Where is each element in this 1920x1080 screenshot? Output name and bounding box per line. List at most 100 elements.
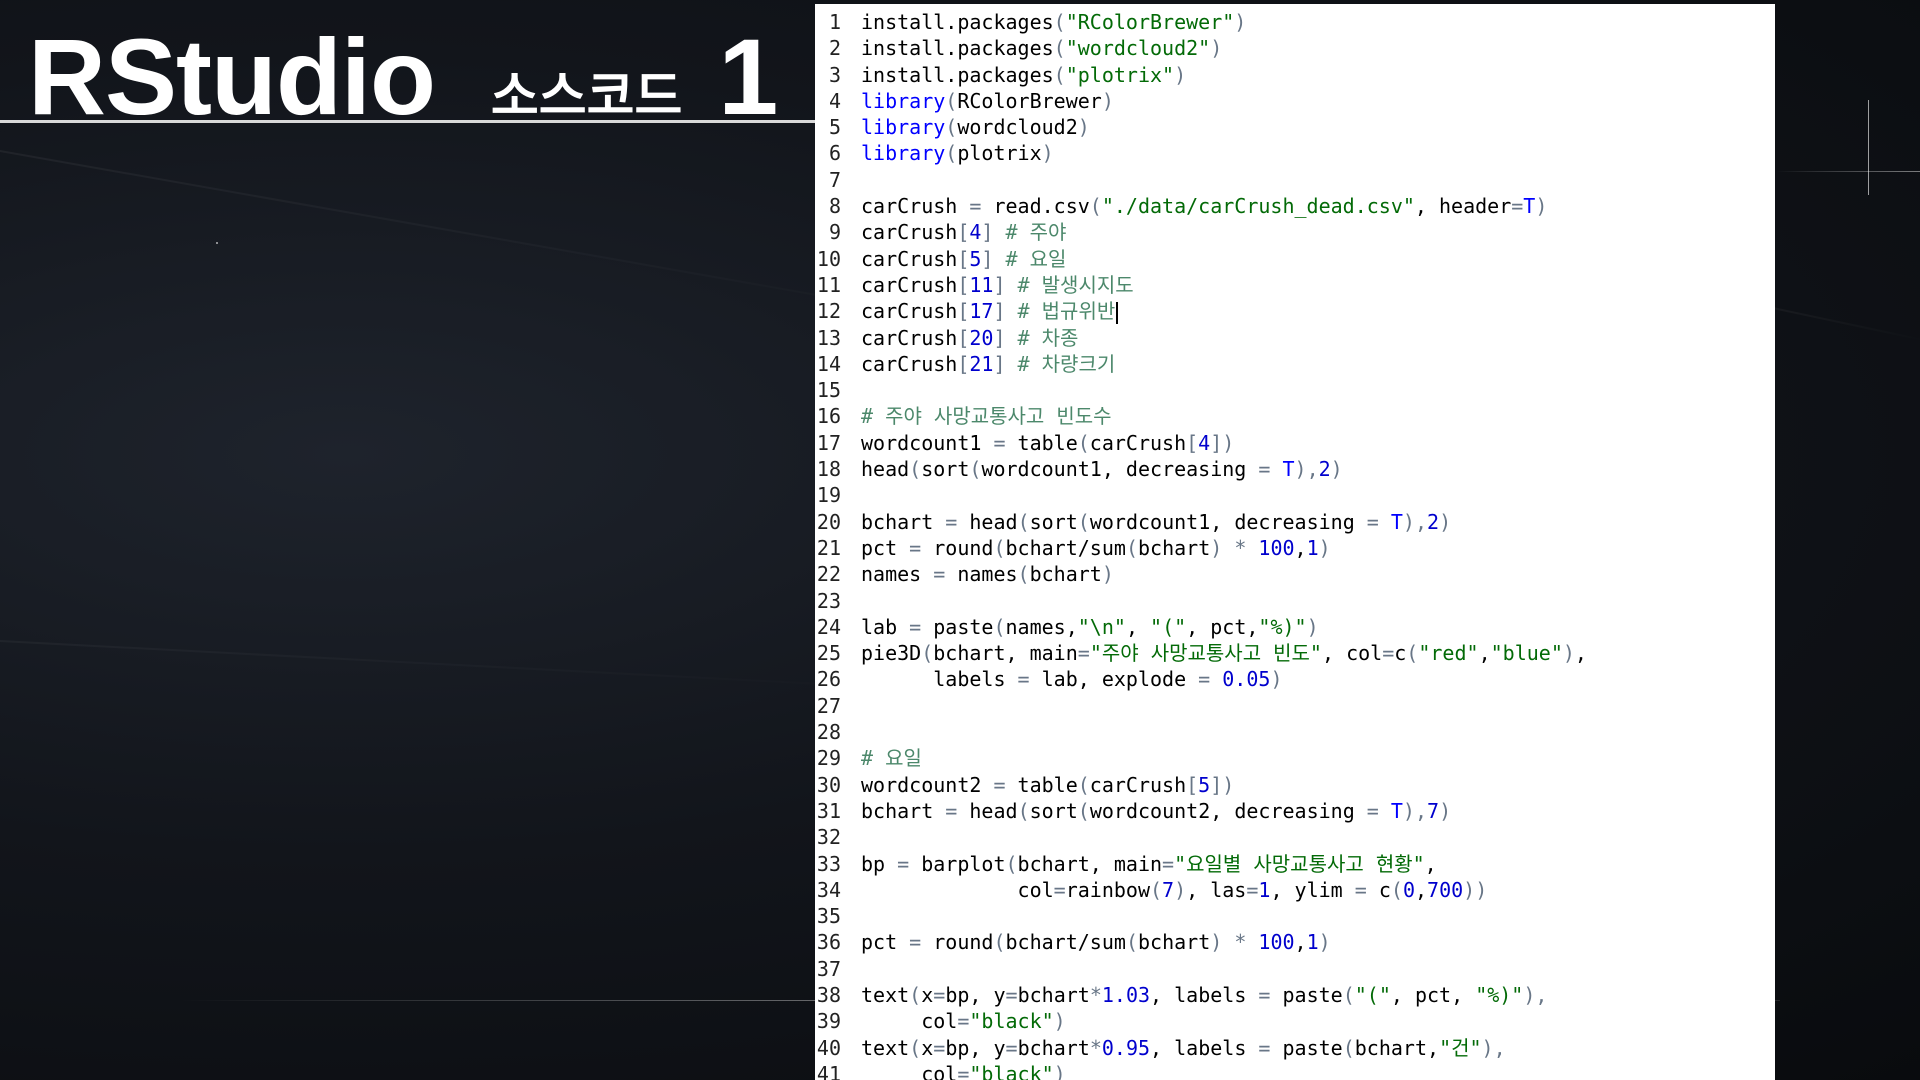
code-token: bchart — [1017, 982, 1090, 1007]
code-line: 38 text(x=bp, y=bchart*1.03, labels = pas… — [815, 982, 1775, 1008]
code-token: 0 — [1402, 877, 1415, 902]
code-token: # 차량크기 — [1005, 351, 1116, 376]
code-token: # 발생시지도 — [1005, 272, 1134, 297]
code-token: round — [921, 930, 994, 955]
code-token: = — [1198, 667, 1211, 692]
code-text: # 주야 사망교통사고 빈도수 — [861, 403, 1775, 429]
code-token: = — [909, 614, 922, 639]
code-token: 700 — [1427, 877, 1464, 902]
line-number: 28 — [816, 720, 841, 745]
line-number: 21 — [816, 535, 841, 560]
code-token: rainbow — [1065, 877, 1150, 902]
line-number: 32 — [816, 825, 841, 850]
code-token: read.csv — [981, 194, 1090, 219]
code-token: ) — [1234, 10, 1247, 34]
code-token: "RColorBrewer" — [1065, 10, 1235, 34]
line-number: 9 — [828, 220, 841, 245]
code-token: "blue" — [1490, 641, 1563, 666]
code-token: ) — [1101, 88, 1114, 113]
code-token: T — [1390, 798, 1403, 823]
code-token: ) — [1041, 141, 1054, 166]
code-token: [ — [957, 246, 970, 271]
code-line: 5 library(wordcloud2) — [815, 114, 1775, 140]
code-line: 23 — [815, 588, 1775, 614]
code-token: ) — [1053, 1061, 1066, 1080]
code-token: ( — [1077, 509, 1090, 534]
code-token: ( — [1077, 430, 1090, 455]
line-number: 24 — [816, 614, 841, 639]
code-token: 100 — [1258, 535, 1295, 560]
code-text: install.packages("wordcloud2") — [861, 35, 1775, 61]
code-token: "./data/carCrush_dead.csv" — [1101, 194, 1415, 219]
code-token: carCrush — [1089, 772, 1187, 797]
code-token: ( — [1342, 982, 1355, 1007]
line-number: 33 — [816, 851, 841, 876]
code-line: 6 library(plotrix) — [815, 140, 1775, 166]
line-number: 35 — [816, 904, 841, 929]
code-token: 5 — [1198, 772, 1211, 797]
code-token: , labels — [1150, 982, 1259, 1007]
code-token: names — [861, 562, 934, 587]
code-token: bchart — [1029, 562, 1102, 587]
code-token: carCrush — [861, 299, 958, 324]
code-line: 2 install.packages("wordcloud2") — [815, 35, 1775, 61]
code-line: 11 carCrush[11] # 발생시지도 — [815, 272, 1775, 298]
code-token: 2 — [1427, 509, 1440, 534]
code-token: , — [1125, 614, 1151, 639]
code-token: # 요일 — [993, 246, 1067, 271]
line-number: 40 — [816, 1035, 841, 1060]
line-number: 23 — [816, 588, 841, 613]
code-line: 32 — [815, 824, 1775, 850]
line-number: 6 — [828, 141, 841, 166]
code-token: 1 — [1306, 930, 1319, 955]
code-token: = — [933, 982, 946, 1007]
code-token: wordcount2, decreasing — [1089, 798, 1367, 823]
code-token: pie3D — [861, 641, 922, 666]
code-token: = — [945, 798, 958, 823]
code-token: 5 — [969, 246, 982, 271]
code-token: = — [1258, 982, 1271, 1007]
code-token: ), — [1481, 1035, 1506, 1060]
line-number: 5 — [828, 115, 841, 140]
code-line: 16 # 주야 사망교통사고 빈도수 — [815, 403, 1775, 429]
code-token: ] — [993, 272, 1006, 297]
code-token: barplot — [909, 851, 1006, 876]
code-token: wordcount1, decreasing — [981, 457, 1259, 482]
code-text: carCrush[5] # 요일 — [861, 246, 1775, 272]
code-token: [ — [957, 325, 970, 350]
code-token: ( — [1125, 930, 1138, 955]
code-token: table — [1005, 430, 1078, 455]
line-number: 19 — [816, 483, 841, 508]
code-line: 13 carCrush[20] # 차종 — [815, 325, 1775, 351]
line-number: 27 — [816, 693, 841, 718]
code-text: col=rainbow(7), las=1, ylim = c(0,700)) — [861, 877, 1775, 903]
line-number: 34 — [816, 877, 841, 902]
code-token: , ylim — [1270, 877, 1355, 902]
code-token: = — [945, 509, 958, 534]
code-token: bchart/sum — [1005, 930, 1126, 955]
code-token: ) — [1174, 877, 1187, 902]
code-token: # 차종 — [1005, 325, 1079, 350]
code-text: install.packages("RColorBrewer") — [861, 9, 1775, 35]
code-token: = — [993, 430, 1006, 455]
code-token: x — [921, 982, 934, 1007]
code-token: , header — [1414, 194, 1512, 219]
code-token: "건" — [1439, 1035, 1482, 1060]
code-text: wordcount1 = table(carCrush[4]) — [861, 430, 1775, 456]
code-token: # 법규위반 — [1005, 299, 1116, 324]
code-token: ( — [1406, 641, 1419, 666]
code-line: 10 carCrush[5] # 요일 — [815, 246, 1775, 272]
code-token: bchart, — [1354, 1035, 1440, 1060]
code-token: paste — [1270, 982, 1343, 1007]
line-number: 36 — [816, 930, 841, 955]
code-line: 19 — [815, 482, 1775, 508]
code-token: * — [1089, 982, 1102, 1007]
code-token: ) — [1077, 115, 1090, 140]
code-token: sort — [921, 457, 970, 482]
line-number: 20 — [816, 509, 841, 534]
code-token: sort — [1029, 509, 1078, 534]
code-token: = — [933, 1035, 946, 1060]
